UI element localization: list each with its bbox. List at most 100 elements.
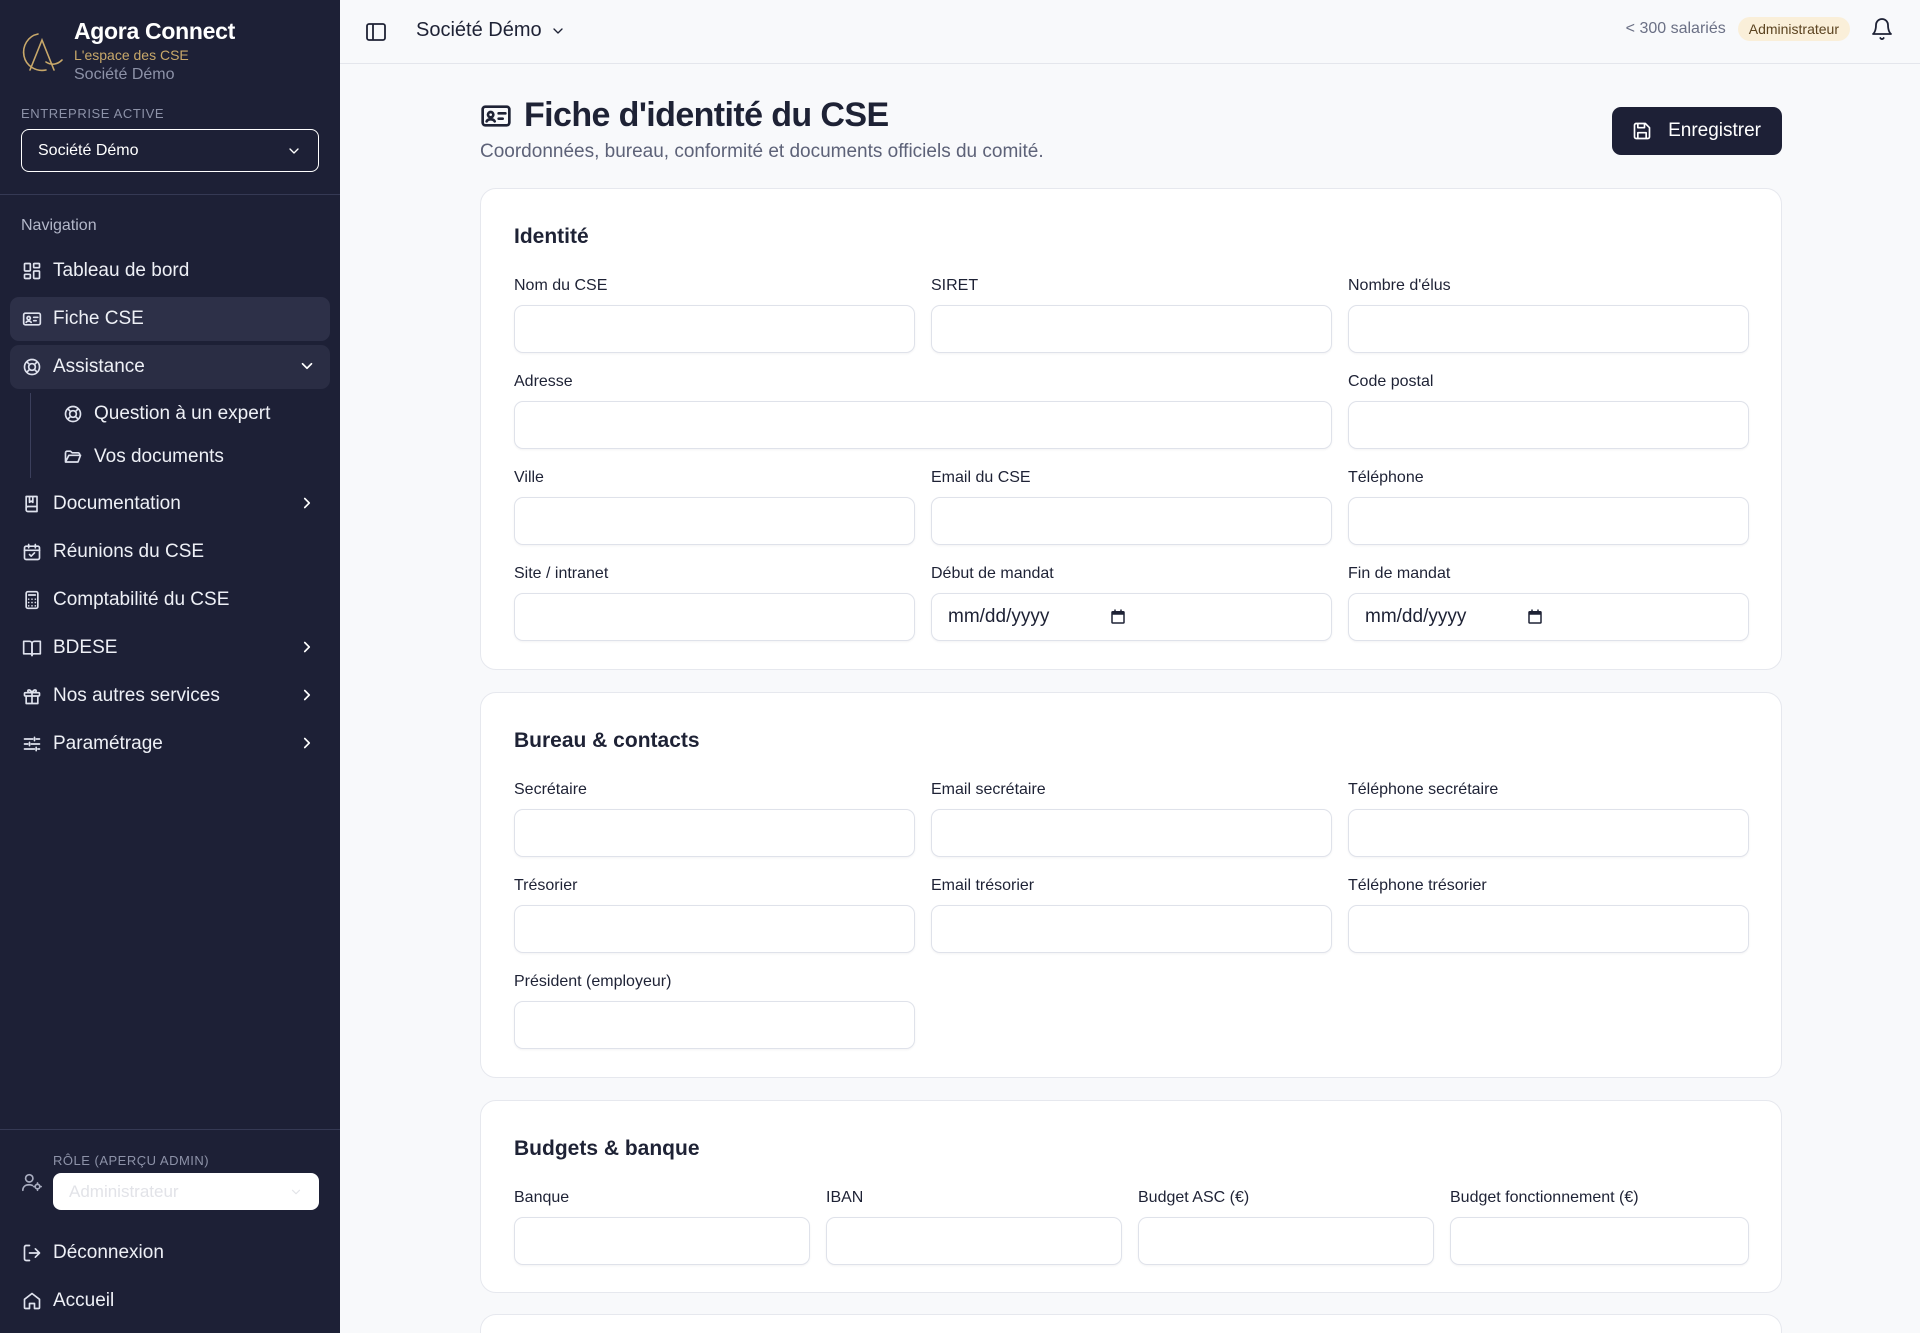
banque-input[interactable]: [514, 1217, 810, 1265]
field-budget-fonctionnement: Budget fonctionnement (€): [1450, 1189, 1749, 1265]
sidebar-toggle-icon[interactable]: [364, 20, 388, 44]
agora-logo-icon: [22, 33, 63, 72]
sidebar-item-label: Fiche CSE: [53, 308, 144, 329]
sidebar-item-label: Vos documents: [94, 446, 224, 467]
assistance-submenu: Question à un expert Vos documents: [30, 393, 330, 478]
secretaire-input[interactable]: [514, 809, 915, 857]
identity-card: Identité Nom du CSE SIRET Nombre d'élus …: [480, 188, 1782, 670]
company-select-label: ENTREPRISE ACTIVE: [21, 106, 165, 121]
sidebar-item-assistance[interactable]: Assistance: [10, 345, 330, 389]
home-link[interactable]: Accueil: [10, 1279, 330, 1323]
sidebar-item-reunions[interactable]: Réunions du CSE: [10, 530, 330, 574]
brand-tagline: L'espace des CSE: [74, 47, 189, 63]
sidebar-item-bdese[interactable]: BDESE: [10, 626, 330, 670]
adresse-input[interactable]: [514, 401, 1332, 449]
fin-mandat-input[interactable]: mm/dd/yyyy: [1348, 593, 1749, 641]
field-siret: SIRET: [931, 277, 1332, 353]
email-secretaire-input[interactable]: [931, 809, 1332, 857]
field-telephone-tresorier: Téléphone trésorier: [1348, 877, 1749, 953]
field-budget-asc: Budget ASC (€): [1138, 1189, 1434, 1265]
sidebar-item-tableau-de-bord[interactable]: Tableau de bord: [10, 249, 330, 293]
section-title-budgets: Budgets & banque: [514, 1137, 700, 1160]
sidebar-item-label: Assistance: [53, 356, 145, 377]
field-label: IBAN: [826, 1189, 864, 1206]
field-label: Nombre d'élus: [1348, 277, 1451, 294]
id-card-icon: [481, 104, 511, 127]
telephone-tresorier-input[interactable]: [1348, 905, 1749, 953]
budget-fonctionnement-input[interactable]: [1450, 1217, 1749, 1265]
bell-icon[interactable]: [1870, 17, 1894, 41]
email-tresorier-input[interactable]: [931, 905, 1332, 953]
sidebar: Agora Connect L'espace des CSE Société D…: [0, 0, 340, 1333]
dashboard-icon: [22, 261, 42, 281]
tresorier-input[interactable]: [514, 905, 915, 953]
book-icon: [22, 494, 42, 514]
logout-label: Déconnexion: [53, 1242, 164, 1263]
company-select[interactable]: Société Démo: [21, 129, 319, 172]
chevron-down-icon: [289, 147, 299, 154]
chevron-down-icon: [291, 1189, 301, 1194]
budget-asc-input[interactable]: [1138, 1217, 1434, 1265]
field-label: Téléphone: [1348, 469, 1424, 486]
chevron-right-icon: [303, 497, 311, 509]
sidebar-bottom-nav: Déconnexion Accueil: [10, 1231, 330, 1327]
field-label: Email du CSE: [931, 469, 1031, 486]
date-placeholder: mm/dd/yyyy: [948, 606, 1050, 627]
brand[interactable]: Agora Connect L'espace des CSE Société D…: [20, 18, 235, 84]
field-label: Secrétaire: [514, 781, 587, 798]
sidebar-item-comptabilite[interactable]: Comptabilité du CSE: [10, 578, 330, 622]
gift-icon: [22, 686, 42, 706]
role-select[interactable]: Administrateur: [53, 1173, 319, 1210]
calendar-check-icon: [22, 542, 42, 562]
save-button-label: Enregistrer: [1668, 120, 1761, 141]
sidebar-item-documentation[interactable]: Documentation: [10, 482, 330, 526]
field-tresorier: Trésorier: [514, 877, 915, 953]
home-icon: [22, 1291, 42, 1311]
field-label: Début de mandat: [931, 565, 1054, 582]
next-card: [480, 1314, 1782, 1333]
company-switcher[interactable]: Société Démo: [416, 19, 566, 42]
sidebar-item-question-expert[interactable]: Question à un expert: [55, 393, 330, 435]
iban-input[interactable]: [826, 1217, 1122, 1265]
sidebar-item-label: Réunions du CSE: [53, 541, 205, 562]
field-email-cse: Email du CSE: [931, 469, 1332, 545]
sidebar-item-label: Paramétrage: [53, 733, 163, 754]
sidebar-item-autres-services[interactable]: Nos autres services: [10, 674, 330, 718]
field-label: Président (employeur): [514, 973, 672, 990]
logout-button[interactable]: Déconnexion: [10, 1231, 330, 1275]
brand-name: Agora Connect: [74, 18, 235, 44]
field-code-postal: Code postal: [1348, 373, 1749, 449]
president-input[interactable]: [514, 1001, 915, 1049]
employee-count: < 300 salariés: [1625, 20, 1726, 37]
nom-cse-input[interactable]: [514, 305, 915, 353]
role-select-label: RÔLE (APERÇU ADMIN): [53, 1153, 210, 1168]
field-label: Fin de mandat: [1348, 565, 1451, 582]
page-header: Fiche d'identité du CSE Coordonnées, bur…: [480, 96, 1782, 166]
field-secretaire: Secrétaire: [514, 781, 915, 857]
email-cse-input[interactable]: [931, 497, 1332, 545]
chevron-down-icon: [301, 362, 313, 370]
field-label: SIRET: [931, 277, 979, 294]
sidebar-item-fiche-cse[interactable]: Fiche CSE: [10, 297, 330, 341]
sidebar-item-vos-documents[interactable]: Vos documents: [55, 436, 330, 478]
siret-input[interactable]: [931, 305, 1332, 353]
calendar-icon[interactable]: [1526, 608, 1544, 626]
field-label: Email secrétaire: [931, 781, 1046, 798]
field-fin-mandat: Fin de mandat mm/dd/yyyy: [1348, 565, 1749, 641]
book-open-icon: [22, 638, 42, 658]
field-site: Site / intranet: [514, 565, 915, 641]
code-postal-input[interactable]: [1348, 401, 1749, 449]
telephone-input[interactable]: [1348, 497, 1749, 545]
nombre-elus-input[interactable]: [1348, 305, 1749, 353]
sidebar-item-parametrage[interactable]: Paramétrage: [10, 722, 330, 766]
topbar: Société Démo < 300 salariés Administrate…: [340, 0, 1920, 64]
site-input[interactable]: [514, 593, 915, 641]
save-button[interactable]: Enregistrer: [1612, 107, 1782, 155]
sidebar-item-label: Question à un expert: [94, 403, 271, 424]
sidebar-item-label: Tableau de bord: [53, 260, 190, 281]
debut-mandat-input[interactable]: mm/dd/yyyy: [931, 593, 1332, 641]
telephone-secretaire-input[interactable]: [1348, 809, 1749, 857]
calendar-icon[interactable]: [1109, 608, 1127, 626]
home-label: Accueil: [53, 1290, 115, 1311]
ville-input[interactable]: [514, 497, 915, 545]
